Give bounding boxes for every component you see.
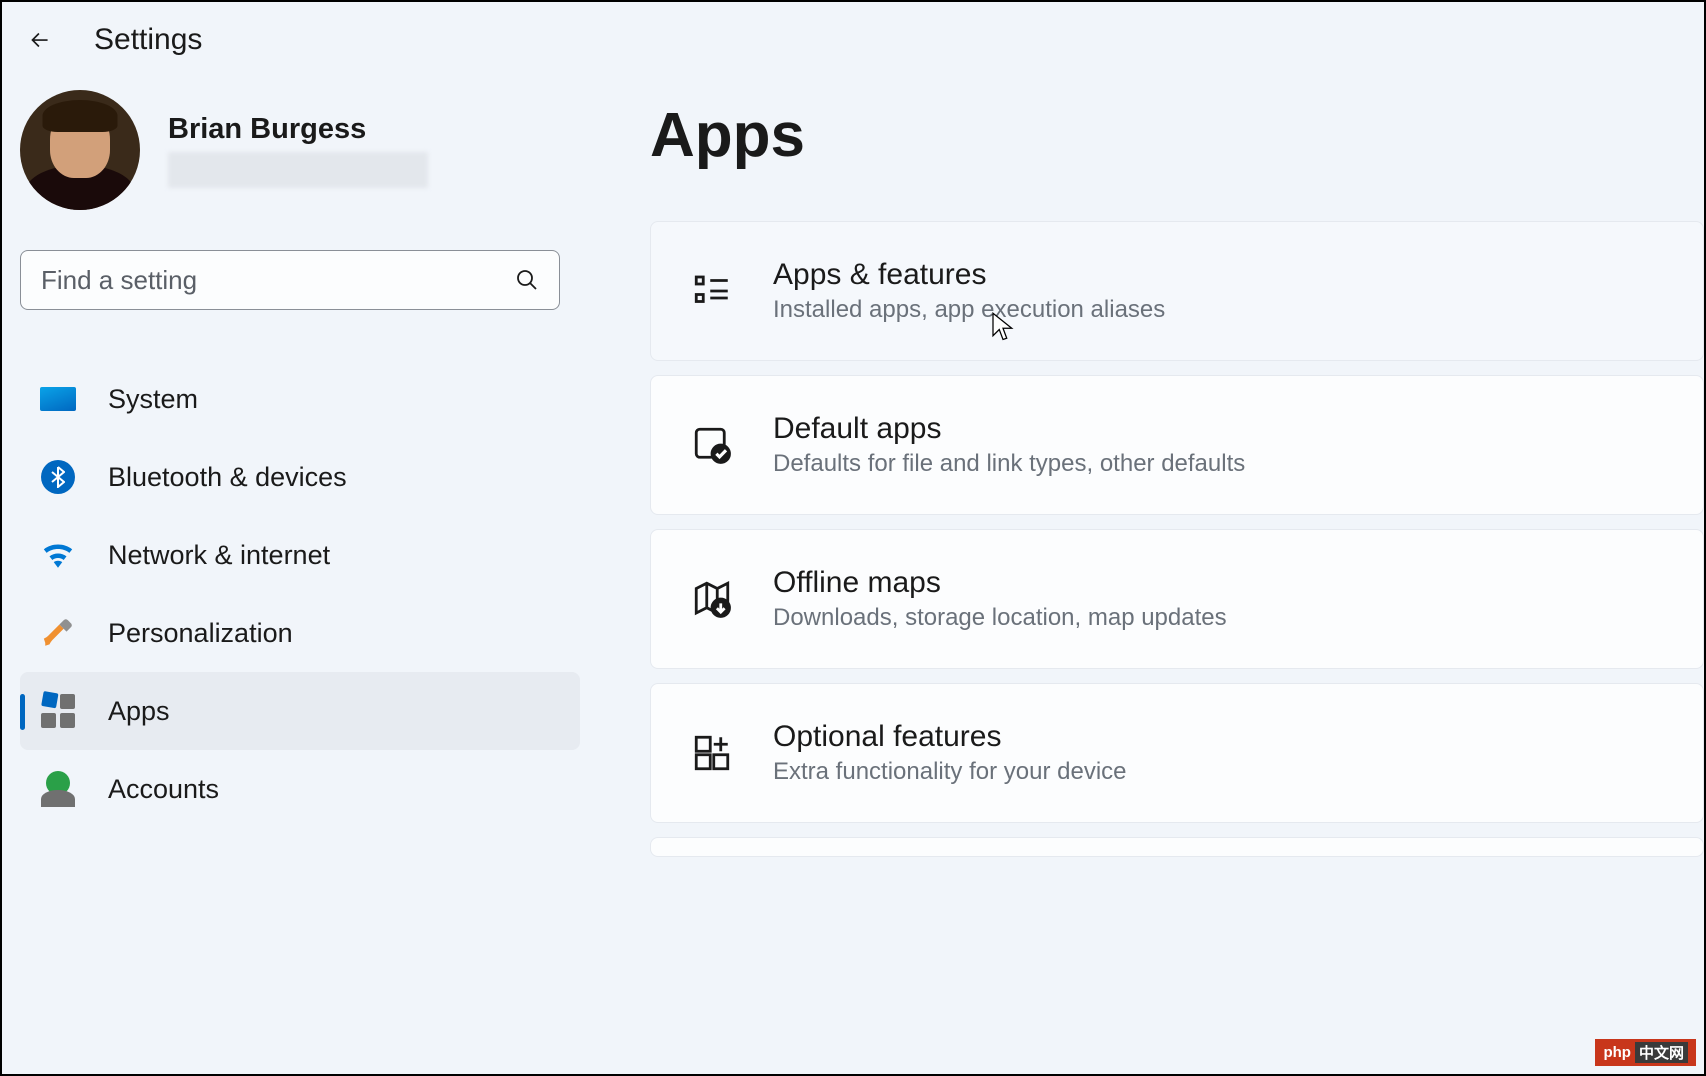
card-content: Apps & features Installed apps, app exec… (773, 258, 1663, 324)
card-content: Optional features Extra functionality fo… (773, 720, 1663, 786)
user-email-redacted (168, 152, 428, 188)
card-subtitle: Defaults for file and link types, other … (773, 450, 1663, 478)
card-subtitle: Extra functionality for your device (773, 758, 1663, 786)
card-partial[interactable] (650, 837, 1704, 857)
profile-info: Brian Burgess (168, 113, 600, 188)
profile-block[interactable]: Brian Burgess (20, 90, 600, 210)
nav-item-accounts[interactable]: Accounts (20, 750, 580, 828)
wifi-icon (40, 537, 76, 573)
window-header: Settings (2, 2, 1704, 90)
card-title: Apps & features (773, 258, 1663, 292)
card-content: Default apps Defaults for file and link … (773, 412, 1663, 478)
nav-label: Network & internet (108, 540, 330, 571)
nav-item-apps[interactable]: Apps (20, 672, 580, 750)
nav-label: System (108, 384, 198, 415)
watermark-a: php (1603, 1044, 1631, 1061)
main-container: Brian Burgess System Bluetooth & devices (2, 90, 1704, 871)
apps-icon (40, 693, 76, 729)
page-title: Settings (94, 23, 202, 57)
card-subtitle: Installed apps, app execution aliases (773, 296, 1663, 324)
nav-label: Accounts (108, 774, 219, 805)
accounts-icon (40, 771, 76, 807)
card-subtitle: Downloads, storage location, map updates (773, 604, 1663, 632)
system-icon (40, 381, 76, 417)
card-title: Offline maps (773, 566, 1663, 600)
watermark: php 中文网 (1595, 1039, 1696, 1066)
back-arrow-icon (27, 27, 53, 53)
search-icon (515, 268, 539, 292)
sidebar: Brian Burgess System Bluetooth & devices (20, 90, 600, 871)
nav-item-personalization[interactable]: Personalization (20, 594, 580, 672)
paintbrush-icon (40, 615, 76, 651)
nav-label: Apps (108, 696, 170, 727)
watermark-b: 中文网 (1635, 1042, 1688, 1063)
map-icon (691, 578, 733, 620)
bluetooth-icon (40, 459, 76, 495)
avatar (20, 90, 140, 210)
nav-list: System Bluetooth & devices Network & int… (20, 360, 600, 828)
search-input[interactable] (41, 265, 515, 296)
optional-features-icon (691, 732, 733, 774)
card-content: Offline maps Downloads, storage location… (773, 566, 1663, 632)
nav-item-system[interactable]: System (20, 360, 580, 438)
card-optional-features[interactable]: Optional features Extra functionality fo… (650, 683, 1704, 823)
list-icon (691, 270, 733, 312)
nav-label: Personalization (108, 618, 293, 649)
nav-item-bluetooth[interactable]: Bluetooth & devices (20, 438, 580, 516)
main-content: Apps Apps & features Installed apps, app… (600, 90, 1704, 871)
card-title: Optional features (773, 720, 1663, 754)
card-offline-maps[interactable]: Offline maps Downloads, storage location… (650, 529, 1704, 669)
card-apps-features[interactable]: Apps & features Installed apps, app exec… (650, 221, 1704, 361)
search-box[interactable] (20, 250, 560, 310)
card-title: Default apps (773, 412, 1663, 446)
card-default-apps[interactable]: Default apps Defaults for file and link … (650, 375, 1704, 515)
nav-item-network[interactable]: Network & internet (20, 516, 580, 594)
main-title: Apps (650, 100, 1704, 171)
user-name: Brian Burgess (168, 113, 600, 146)
default-apps-icon (691, 424, 733, 466)
nav-label: Bluetooth & devices (108, 462, 347, 493)
back-button[interactable] (20, 20, 60, 60)
